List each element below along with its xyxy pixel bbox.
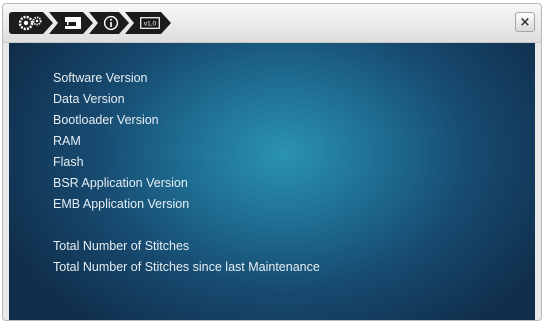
breadcrumb-settings[interactable] (9, 12, 53, 34)
list-item: Total Number of Stitches (53, 239, 190, 253)
list-item: Bootloader Version (53, 113, 159, 127)
info-panel: Software Version Data Version Bootloader… (9, 43, 535, 320)
breadcrumb-toolbar: v1.0 × (3, 4, 541, 43)
breadcrumb-version[interactable]: v1.0 (125, 12, 171, 34)
list-item: Total Number of Stitches since last Main… (53, 260, 320, 274)
list-item: Flash (53, 155, 84, 169)
machine-info-window: v1.0 × Software Version Data Version Boo… (2, 3, 542, 321)
list-item: EMB Application Version (53, 197, 190, 211)
version-label: v1.0 (143, 21, 156, 28)
list-item: Software Version (53, 71, 148, 85)
info-icon (103, 15, 119, 31)
gears-icon (18, 15, 44, 31)
breadcrumb-machine[interactable] (49, 12, 93, 34)
close-button[interactable]: × (515, 12, 535, 32)
list-item: Data Version (53, 92, 125, 106)
list-spacer (53, 215, 320, 236)
close-icon: × (519, 14, 531, 30)
version-icon: v1.0 (140, 17, 160, 29)
list-item: BSR Application Version (53, 176, 188, 190)
breadcrumb-info[interactable] (89, 12, 129, 34)
sewing-machine-icon (64, 16, 82, 30)
info-list: Software Version Data Version Bootloader… (53, 68, 320, 278)
list-item: RAM (53, 134, 81, 148)
